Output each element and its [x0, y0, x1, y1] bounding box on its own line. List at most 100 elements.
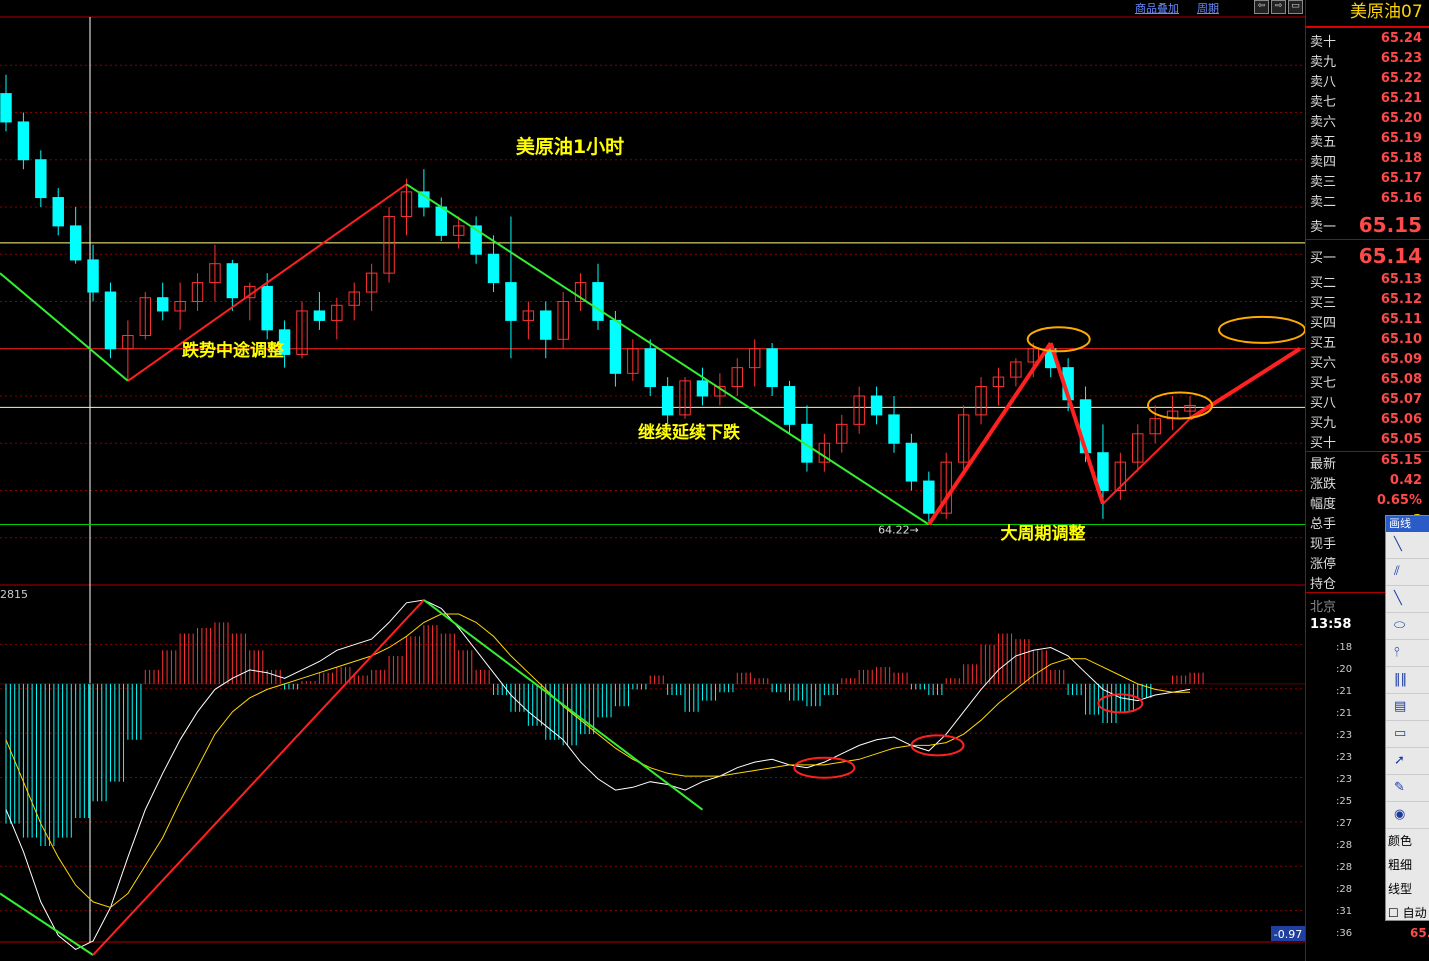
stat-row: 最新 65.15: [1310, 453, 1429, 473]
bid-row-label: 买七: [1310, 376, 1337, 391]
kline-chart[interactable]: 美原油1小时跌势中途调整继续延续下跌大周期调整 64.22→ 2815 -0.97: [0, 0, 1305, 961]
ask-row-value: 65.15: [1358, 213, 1422, 237]
stat-row-label: 最新: [1310, 457, 1337, 472]
highlight-ellipse: [1218, 315, 1305, 344]
ask-row: 卖十 65.24: [1310, 31, 1429, 51]
linetype-label[interactable]: 线型: [1386, 877, 1429, 901]
trend-line-red: [1188, 347, 1302, 421]
thickness-label[interactable]: 粗细: [1386, 853, 1429, 877]
ask-row-value: 65.24: [1380, 31, 1422, 46]
bid-row-value: 65.07: [1380, 392, 1422, 407]
eye-tool-icon[interactable]: ◉: [1386, 802, 1429, 829]
bid-row: 买四 65.11: [1310, 312, 1429, 332]
window-restore-icon[interactable]: ▭: [1288, 0, 1303, 14]
highlight-ellipse: [1026, 326, 1091, 353]
location-label: 北京: [1310, 600, 1337, 615]
tick-time: :21: [1336, 708, 1353, 719]
drawing-toolbox[interactable]: 画线 ╲ ⫽ ╲ ⬭ ⫯ ‖‖ ▤ ▭ ➚ ✎ ◉ 颜色 粗细 线型 ☐ 自动: [1385, 515, 1429, 921]
trend-line-green: [405, 183, 930, 526]
trend-line-red: [1048, 342, 1105, 505]
ray-tool-icon[interactable]: ⫽: [1386, 559, 1429, 586]
candle-body: [888, 414, 900, 444]
ruler-tool-icon[interactable]: ▭: [1386, 721, 1429, 748]
candle-body: [505, 282, 517, 321]
ask-row-label: 卖五: [1310, 135, 1337, 150]
indicator-value-label: -0.97: [1274, 928, 1302, 941]
candle-body: [644, 348, 656, 388]
bid-row-value: 65.10: [1380, 332, 1422, 347]
bid-row: 买三 65.12: [1310, 292, 1429, 312]
candle-body: [435, 206, 448, 236]
bid-row-label: 买五: [1310, 336, 1337, 351]
dif-line: [5, 599, 1191, 950]
indicator-trend-green: [423, 599, 704, 811]
ask-row-label: 卖十: [1310, 35, 1337, 50]
bid-row: 买一 65.14: [1310, 244, 1429, 268]
candle-body: [35, 159, 47, 199]
ask-row: 卖四 65.18: [1310, 151, 1429, 171]
ask-row-label: 卖八: [1310, 75, 1337, 90]
divider: [1306, 239, 1429, 240]
color-label[interactable]: 颜色: [1386, 829, 1429, 853]
last-price-tail: 65.: [1410, 926, 1429, 940]
bid-row-value: 65.11: [1380, 312, 1422, 327]
bid-row: 买七 65.08: [1310, 372, 1429, 392]
bid-row-label: 买二: [1310, 276, 1337, 291]
arrow-tool-icon[interactable]: ➚: [1386, 748, 1429, 775]
prev-arrow-icon[interactable]: ⇦: [1254, 0, 1269, 14]
ask-row: 卖三 65.17: [1310, 171, 1429, 191]
bid-row-value: 65.05: [1380, 432, 1422, 447]
ask-row-value: 65.20: [1380, 111, 1422, 126]
dea-line: [5, 613, 1190, 909]
stat-row-value: 0.65%: [1376, 493, 1422, 508]
cycle-lines-tool-icon[interactable]: ‖‖: [1386, 667, 1429, 694]
instrument-title[interactable]: 美原油07: [1306, 0, 1429, 28]
chart-toolbar-links: 商品叠加 周期: [1135, 0, 1219, 16]
tick-time: :25: [1336, 796, 1353, 807]
bid-row-label: 买九: [1310, 416, 1337, 431]
channel-tool-icon[interactable]: ▤: [1386, 694, 1429, 721]
stat-row-value: 65.15: [1380, 453, 1422, 468]
candle-body: [1097, 452, 1109, 492]
ellipse-tool-icon[interactable]: ⬭: [1386, 613, 1429, 640]
bid-row: 买十 65.05: [1310, 432, 1429, 452]
candle-body: [87, 259, 99, 293]
tick-time: :31: [1336, 906, 1353, 917]
stat-row: 涨跌 0.42: [1310, 473, 1429, 493]
ask-row: 卖八 65.22: [1310, 71, 1429, 91]
ask-row-value: 65.22: [1380, 71, 1422, 86]
stat-row-label: 持仓: [1310, 577, 1337, 592]
pen-tool-icon[interactable]: ✎: [1386, 775, 1429, 802]
current-time: 13:58: [1310, 617, 1352, 632]
overlay-products-link[interactable]: 商品叠加: [1135, 0, 1179, 16]
next-arrow-icon[interactable]: ⇨: [1271, 0, 1286, 14]
bid-row-label: 买十: [1310, 436, 1337, 451]
ask-row: 卖七 65.21: [1310, 91, 1429, 111]
bid-row: 买二 65.13: [1310, 272, 1429, 292]
tick-time: :23: [1336, 774, 1353, 785]
candle-body: [540, 310, 552, 340]
indicator-trend-green: [0, 892, 94, 956]
fib-tool-icon[interactable]: ⫯: [1386, 640, 1429, 667]
ask-row: 卖九 65.23: [1310, 51, 1429, 71]
candle-body: [52, 197, 64, 227]
annotation-text: 大周期调整: [1001, 523, 1086, 544]
bid-row-label: 买六: [1310, 356, 1337, 371]
annotation-text: 跌势中途调整: [182, 340, 284, 361]
bid-row-value: 65.09: [1380, 352, 1422, 367]
candle-body: [783, 386, 796, 425]
auto-checkbox[interactable]: ☐ 自动: [1386, 901, 1429, 925]
ask-row-value: 65.16: [1380, 191, 1422, 206]
low-price-label: 64.22→: [878, 524, 919, 537]
candle-body: [661, 386, 674, 416]
ask-row-value: 65.19: [1380, 131, 1422, 146]
ask-row: 卖二 65.16: [1310, 191, 1429, 211]
ask-row-label: 卖三: [1310, 175, 1337, 190]
ask-row: 卖五 65.19: [1310, 131, 1429, 151]
line-tool-icon[interactable]: ╲: [1386, 532, 1429, 559]
tick-time: :28: [1336, 884, 1353, 895]
segment-tool-icon[interactable]: ╲: [1386, 586, 1429, 613]
stat-row: 幅度 0.65%: [1310, 493, 1429, 513]
period-link[interactable]: 周期: [1197, 0, 1219, 16]
divider: [1306, 451, 1429, 452]
